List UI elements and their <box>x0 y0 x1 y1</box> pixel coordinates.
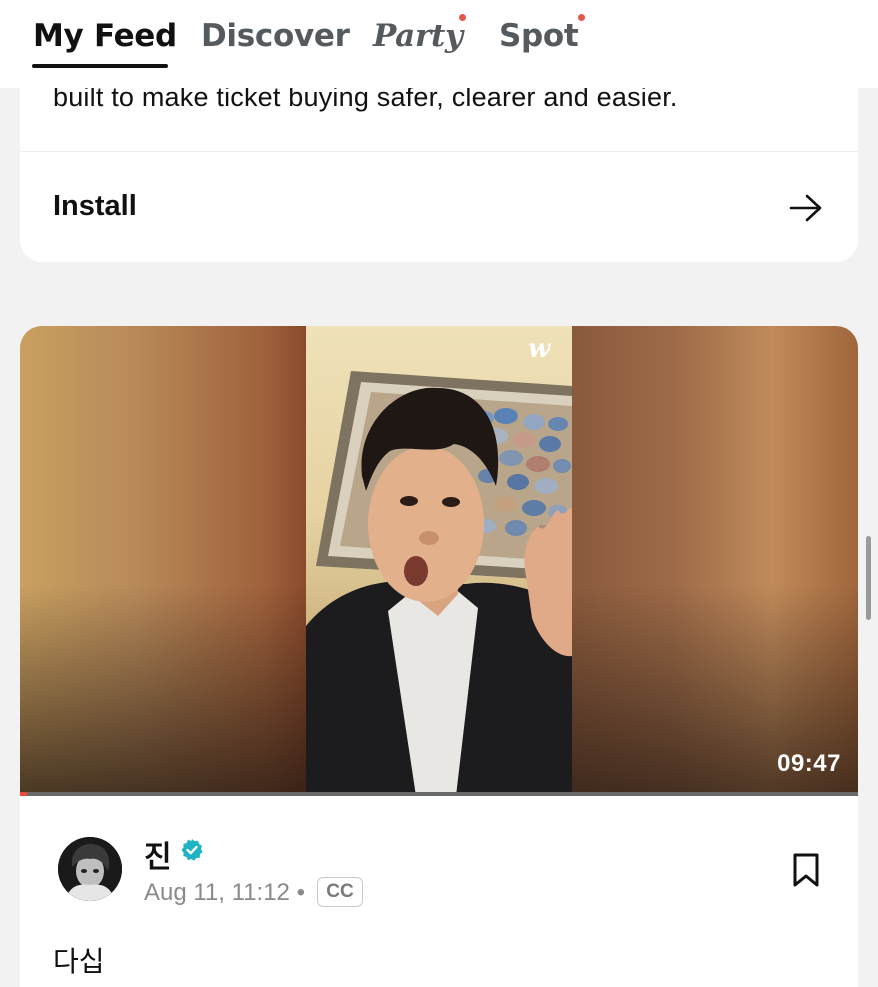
tab-my-feed[interactable]: My Feed <box>33 18 177 54</box>
post-meta: Aug 11, 11:12 • <box>144 879 305 907</box>
meta-separator: • <box>296 879 305 906</box>
video-blur-right <box>572 326 858 796</box>
top-tab-bar: My Feed Discover Party Spot <box>0 0 878 88</box>
scrollbar[interactable] <box>866 536 871 620</box>
video-blur-left <box>20 326 306 796</box>
video-post-card: w 09:47 진 Aug 11, 11:12 • CC 다십 <box>20 326 858 987</box>
avatar-image <box>58 837 122 901</box>
tab-discover[interactable]: Discover <box>201 18 350 54</box>
video-thumbnail[interactable]: w 09:47 <box>20 326 858 796</box>
party-notification-dot <box>459 14 466 21</box>
author-name[interactable]: 진 <box>144 832 172 876</box>
install-button[interactable]: Install <box>20 152 858 262</box>
video-duration: 09:47 <box>777 750 841 777</box>
tab-spot[interactable]: Spot <box>499 18 579 54</box>
active-tab-indicator <box>32 64 168 68</box>
video-progress-bar[interactable] <box>20 792 858 796</box>
avatar[interactable] <box>58 837 122 901</box>
video-still-image <box>306 371 572 796</box>
spot-notification-dot <box>578 14 585 21</box>
post-text: 다십 <box>53 945 105 978</box>
post-date: Aug 11, 11:12 <box>144 879 290 906</box>
video-frame: w <box>306 326 572 796</box>
video-progress-fill <box>20 792 27 796</box>
install-label: Install <box>53 190 137 222</box>
arrow-right-icon <box>789 194 822 222</box>
bookmark-icon[interactable] <box>790 852 822 888</box>
install-promo-card: built to make ticket buying safer, clear… <box>20 60 858 262</box>
tab-party[interactable]: Party <box>373 18 463 54</box>
verified-badge-icon <box>181 839 203 861</box>
cc-badge: CC <box>317 877 363 907</box>
weverse-logo: w <box>528 334 551 364</box>
